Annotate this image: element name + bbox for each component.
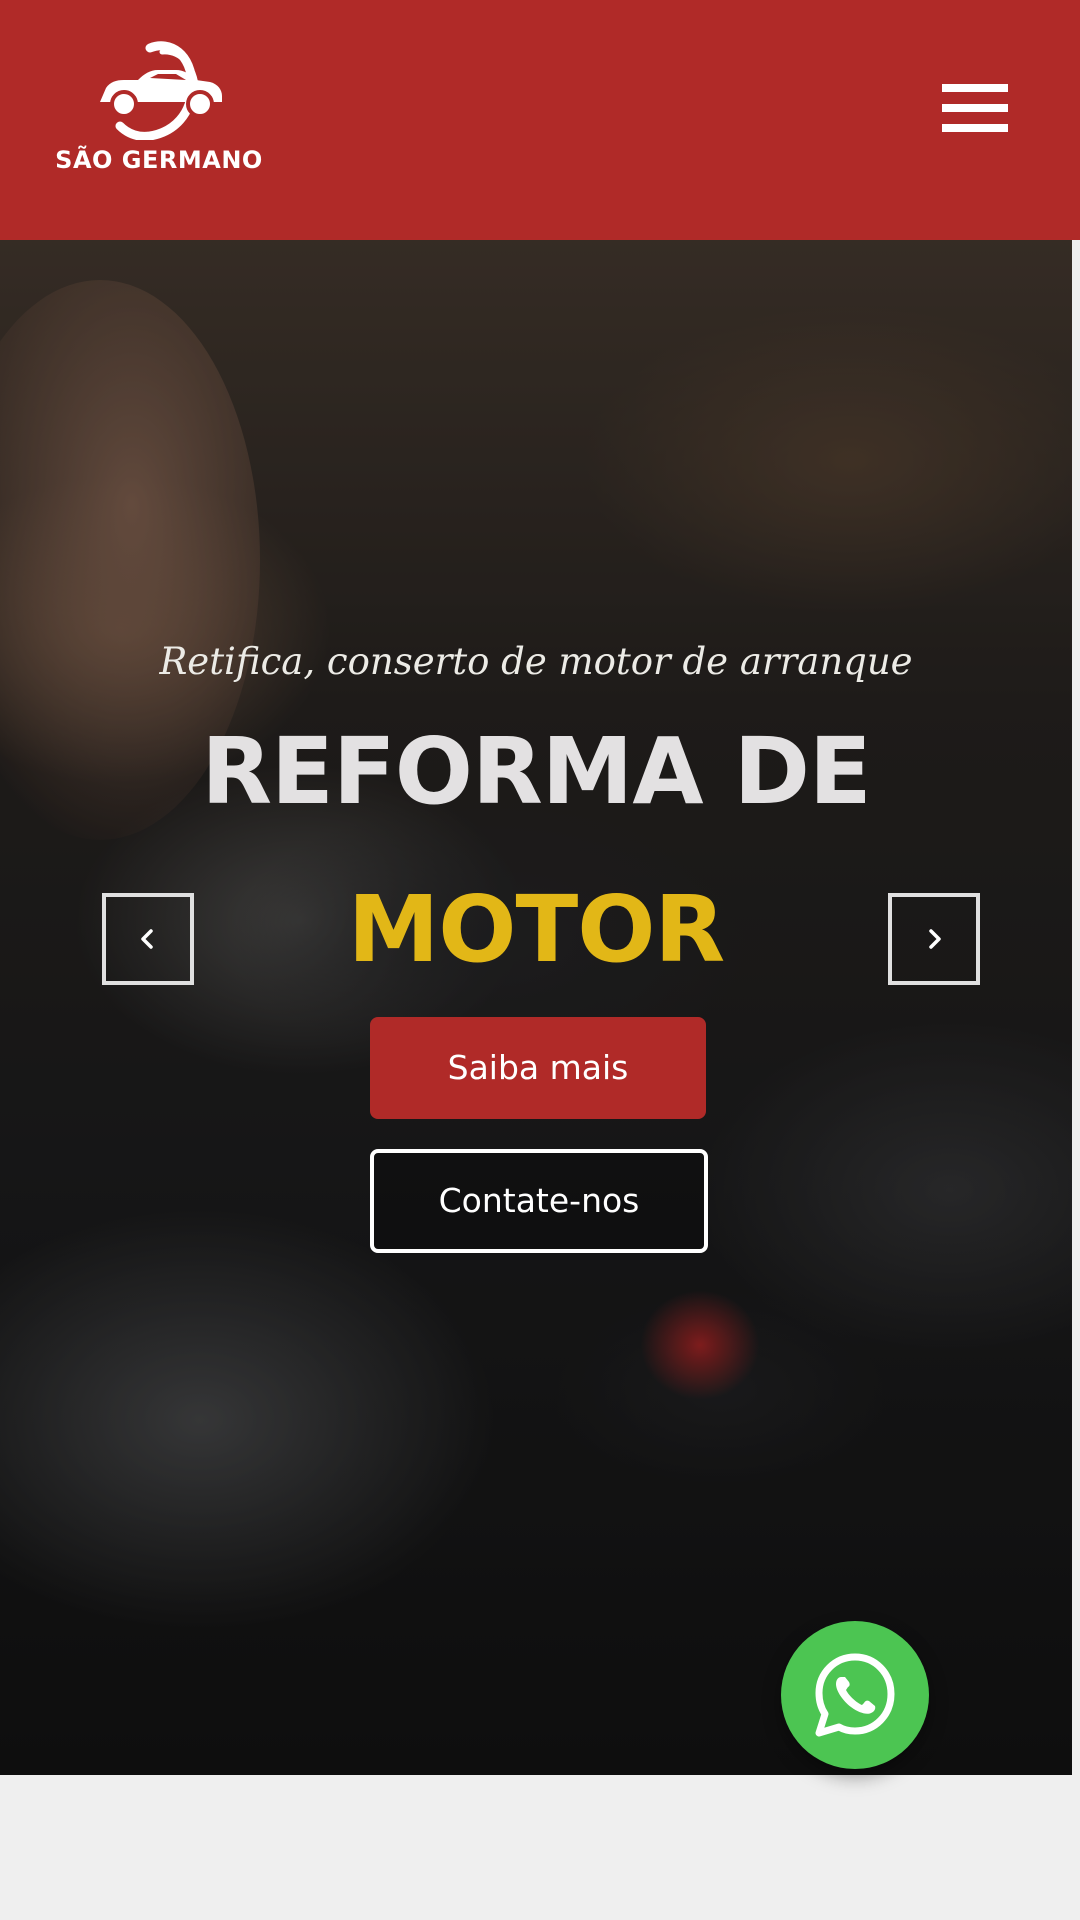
hero-overlay (0, 240, 1072, 1775)
hero-subtitle: Retifica, conserto de motor de arranque (159, 640, 913, 683)
chevron-right-icon (929, 929, 941, 949)
whatsapp-icon (815, 1653, 895, 1737)
contate-nos-button[interactable]: Contate-nos (370, 1149, 708, 1253)
brand-name: SÃO GERMANO (55, 146, 263, 174)
chevron-left-icon (141, 929, 153, 949)
site-header: SÃO GERMANO (0, 0, 1080, 240)
menu-bar (942, 104, 1008, 112)
carousel-prev-button[interactable] (102, 893, 194, 985)
hero-headline-line1: REFORMA DE (201, 718, 872, 825)
logo[interactable]: SÃO GERMANO (52, 40, 266, 180)
car-icon (100, 41, 222, 140)
menu-bar (942, 84, 1008, 92)
hamburger-menu-icon[interactable] (938, 78, 1010, 136)
whatsapp-button[interactable] (781, 1621, 929, 1769)
menu-bar (942, 124, 1008, 132)
saiba-mais-button[interactable]: Saiba mais (370, 1017, 706, 1119)
carousel-next-button[interactable] (888, 893, 980, 985)
hero-carousel: Retifica, conserto de motor de arranque … (0, 240, 1072, 1775)
